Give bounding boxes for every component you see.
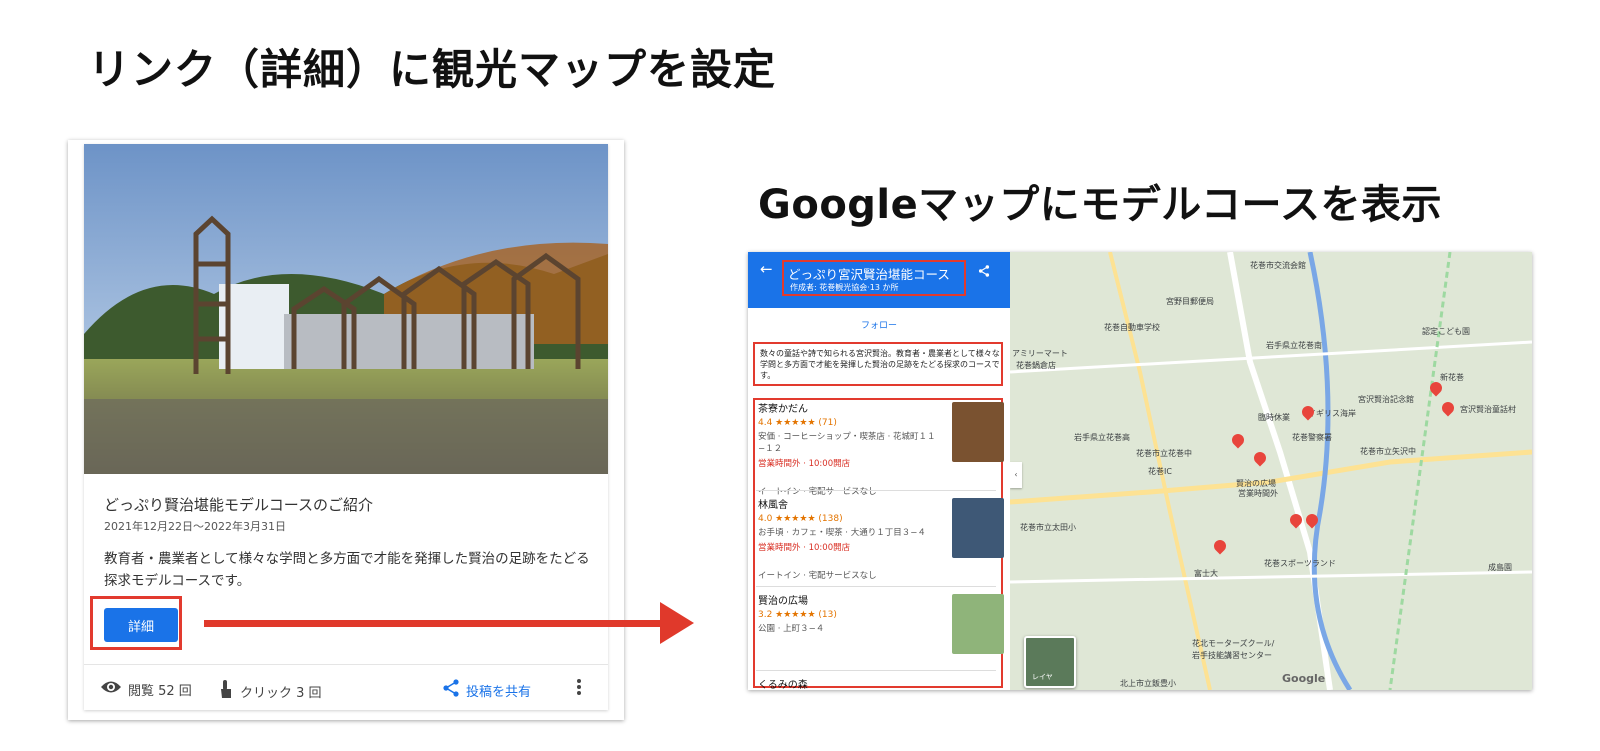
more-menu-icon[interactable] — [576, 677, 582, 697]
post-footer: 閲覧 52 回 クリック 3 回 投稿を共有 — [84, 664, 608, 711]
post-description: 教育者・農業者として様々な学問と多方面で才能を発揮した賢治の足跡をたどる探求モデ… — [104, 551, 590, 589]
map-label: 岩手技能講習センター — [1192, 651, 1272, 660]
map-label: 花北モーターズクール/ — [1192, 639, 1275, 648]
description-highlight — [753, 342, 1003, 386]
share-icon — [442, 679, 460, 701]
list-item[interactable]: 茶寮かだん 4.4 ★★★★★ (71) 安価 · コーヒーショップ・喫茶店 ·… — [758, 400, 1004, 497]
post-title: どっぷり賢治堪能モデルコースのご紹介 — [104, 496, 373, 514]
views-stat: 閲覧 52 回 — [100, 679, 192, 699]
divider — [756, 586, 996, 587]
map-label: 新花巻 — [1440, 373, 1464, 382]
right-heading: Googleマップにモデルコースを表示 — [758, 182, 1442, 228]
arrow — [204, 620, 666, 627]
divider — [756, 490, 996, 491]
map-label: 花巻IC — [1148, 467, 1172, 476]
map-label: イギリス海岸 — [1308, 409, 1356, 418]
map-label: 宮野目郵便局 — [1166, 297, 1214, 306]
map-label: 臨時休業 — [1258, 413, 1290, 422]
share-label: 投稿を共有 — [466, 684, 532, 700]
clicks-stat: クリック 3 回 — [218, 679, 322, 703]
map-label: 花巻自動車学校 — [1104, 323, 1160, 332]
share-post-button[interactable]: 投稿を共有 — [442, 679, 531, 701]
place-photo — [952, 402, 1004, 462]
map-label: 花巻鍋倉店 — [1016, 361, 1056, 370]
divider — [756, 670, 996, 671]
list-item[interactable]: 賢治の広場 3.2 ★★★★★ (13) 公園 · 上町３−４ — [758, 592, 1004, 654]
arrow-head — [660, 602, 694, 644]
place-extra: イートイン · 宅配サービスなし — [758, 571, 877, 581]
map-label: 岩手県立花巻高 — [1074, 433, 1130, 442]
map-label: 花巻警察署 — [1292, 433, 1332, 442]
detail-button[interactable]: 詳細 — [104, 608, 178, 642]
map-label: 宮沢賢治童話村 — [1460, 405, 1516, 414]
map-label: 認定こども園 — [1422, 327, 1470, 336]
map-label: 花巻市立太田小 — [1020, 523, 1076, 532]
post-photo — [84, 144, 608, 474]
post-card-frame: どっぷり賢治堪能モデルコースのご紹介 2021年12月22日〜2022年3月31… — [68, 140, 624, 720]
clicks-count: クリック 3 回 — [240, 685, 322, 701]
map-label: 花巻市立花巻中 — [1136, 449, 1192, 458]
layers-label: レイヤ — [1032, 673, 1053, 681]
collapse-panel-button[interactable]: ‹ — [1010, 462, 1022, 488]
touch-icon — [218, 679, 234, 703]
map-label: 成島園 — [1488, 563, 1512, 572]
place-photo — [952, 498, 1004, 558]
map-label: 富士大 — [1194, 569, 1218, 578]
map-label: 北上市立飯豊小 — [1120, 679, 1176, 688]
map-label: 花巻市立矢沢中 — [1360, 447, 1416, 456]
map-label: アミリーマート — [1012, 349, 1068, 358]
left-heading: リンク（詳細）に観光マップを設定 — [88, 45, 777, 94]
eye-icon — [100, 679, 122, 699]
map-label: 花巻市交流会館 — [1250, 261, 1306, 270]
list-item[interactable]: くるみの森 — [758, 676, 998, 690]
place-meta: 安価 · コーヒーショップ・喫茶店 · 花城町１１−１２ — [758, 432, 936, 454]
place-name: くるみの森 — [758, 680, 808, 690]
post-date: 2021年12月22日〜2022年3月31日 — [104, 520, 286, 533]
google-maps-screenshot: ← どっぷり宮沢賢治堪能コース 作成者: 花巻観光協会·13 か所 フォロー 数… — [748, 252, 1532, 690]
views-count: 閲覧 52 回 — [128, 683, 192, 699]
google-logo: Google — [1282, 672, 1326, 685]
follow-button[interactable]: フォロー — [748, 318, 1010, 331]
back-arrow-icon[interactable]: ← — [760, 260, 773, 278]
list-panel: ← どっぷり宮沢賢治堪能コース 作成者: 花巻観光協会·13 か所 フォロー 数… — [748, 252, 1010, 690]
list-item[interactable]: 林風舎 4.0 ★★★★★ (138) お手頃 · カフェ・喫茶 · 大通り１丁… — [758, 496, 1004, 581]
map-view[interactable]: 花巻市交流会館 宮野目郵便局 花巻自動車学校 アミリーマート 花巻鍋倉店 岩手県… — [1010, 252, 1532, 690]
place-photo — [952, 594, 1004, 654]
title-highlight — [782, 260, 966, 296]
map-label: 営業時間外 — [1238, 489, 1278, 498]
map-label: 花巻スポーツランド — [1264, 559, 1336, 568]
map-label: 宮沢賢治記念館 — [1358, 395, 1414, 404]
layers-button[interactable]: レイヤ — [1024, 636, 1076, 688]
map-label: 岩手県立花巻南 — [1266, 341, 1322, 350]
share-icon[interactable] — [978, 262, 990, 281]
